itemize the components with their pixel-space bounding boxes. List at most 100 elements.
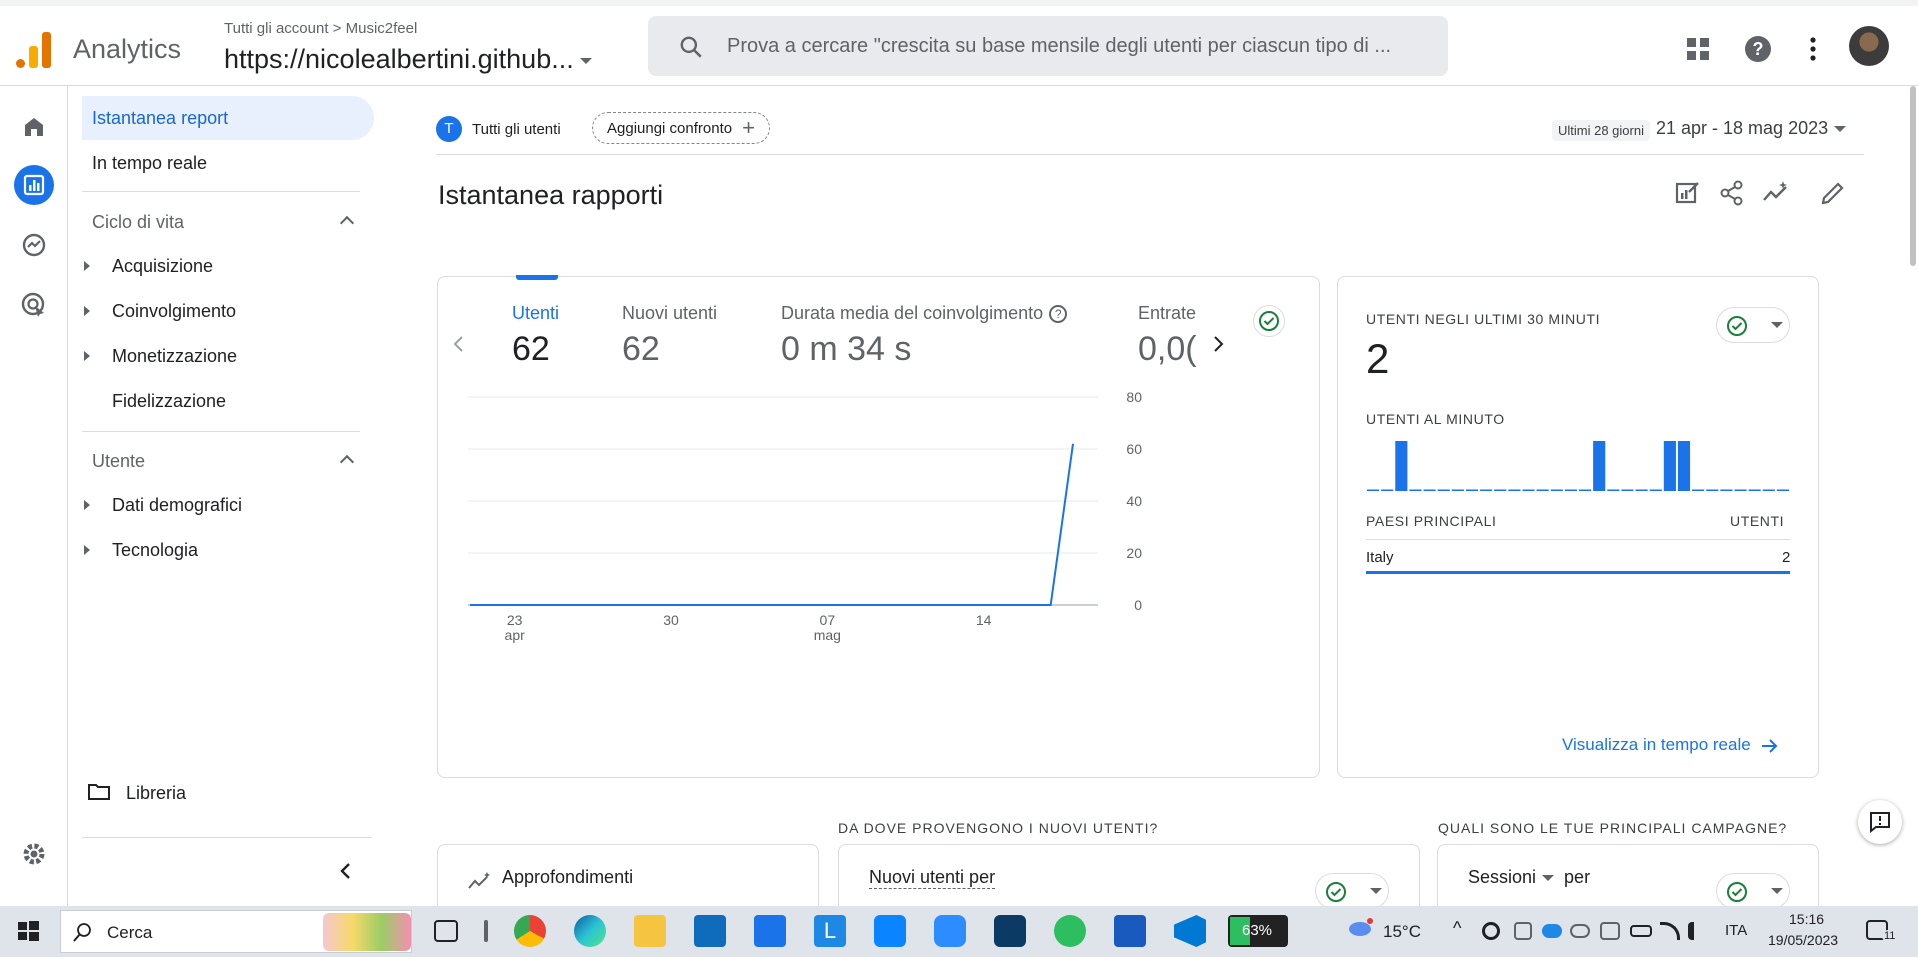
minute-bar[interactable]	[1706, 489, 1719, 492]
card-status-dropdown[interactable]	[1716, 873, 1790, 909]
minute-bar[interactable]	[1762, 489, 1775, 492]
minute-bar[interactable]	[1381, 489, 1394, 492]
chevron-right-icon[interactable]	[1207, 333, 1229, 355]
metric-tab-engagement-time[interactable]: Durata media del coinvolgimento? 0 m 34 …	[781, 303, 1068, 369]
store-icon[interactable]	[694, 915, 726, 947]
file-explorer-icon[interactable]	[634, 915, 666, 947]
chevron-up-icon[interactable]	[339, 215, 355, 231]
cloud-icon[interactable]	[1570, 924, 1590, 938]
minute-bar[interactable]	[1635, 489, 1648, 492]
minute-bar[interactable]	[1607, 489, 1620, 492]
minute-bar[interactable]	[1677, 441, 1691, 491]
advertising-icon[interactable]	[14, 285, 54, 325]
account-avatar[interactable]	[1849, 26, 1889, 66]
insights-icon[interactable]	[1761, 178, 1791, 208]
app-icon[interactable]	[994, 915, 1026, 947]
language-indicator[interactable]: ITA	[1725, 922, 1747, 939]
minute-bar[interactable]	[1451, 489, 1464, 492]
tray-app-icon[interactable]	[1482, 922, 1500, 940]
minute-bar[interactable]	[1508, 489, 1521, 492]
edge-icon[interactable]	[574, 915, 606, 947]
taskbar-search[interactable]: Cerca	[60, 910, 412, 953]
minute-bar[interactable]	[1692, 489, 1705, 492]
task-view-icon[interactable]	[434, 920, 458, 942]
minute-bar[interactable]	[1593, 441, 1606, 491]
minute-bar[interactable]	[1367, 489, 1380, 492]
chevron-up-icon[interactable]	[339, 454, 355, 470]
minute-bar[interactable]	[1720, 489, 1733, 492]
expand-arrow-icon[interactable]	[84, 351, 90, 361]
nav-item-library[interactable]: Libreria	[126, 783, 186, 804]
chevron-up-icon[interactable]: ^	[1453, 918, 1461, 939]
date-range-picker[interactable]: 21 apr - 18 mag 2023	[1656, 118, 1847, 139]
breadcrumb[interactable]: Tutti gli account > Music2feel	[224, 20, 417, 37]
segment-chip[interactable]: T Tutti gli utenti	[436, 114, 561, 144]
minute-bar[interactable]	[1480, 489, 1493, 492]
data-quality-check-icon[interactable]	[1253, 305, 1285, 337]
l-app-icon[interactable]: L	[814, 915, 846, 947]
minute-bar[interactable]	[1663, 441, 1676, 491]
tray-app-icon[interactable]	[1514, 922, 1532, 940]
customize-report-icon[interactable]	[1672, 178, 1702, 208]
expand-arrow-icon[interactable]	[84, 306, 90, 316]
minute-bar[interactable]	[1536, 489, 1549, 492]
property-selector[interactable]: https://nicolealbertini.github...	[224, 44, 592, 75]
apps-grid-icon[interactable]	[1681, 32, 1715, 66]
mail-icon[interactable]	[754, 915, 786, 947]
help-icon[interactable]: ?	[1741, 32, 1775, 66]
page-scrollbar[interactable]	[1910, 86, 1916, 266]
minute-bar[interactable]	[1395, 441, 1408, 491]
help-icon[interactable]: ?	[1049, 305, 1068, 324]
minute-bar[interactable]	[1776, 489, 1789, 492]
nav-item-demographics[interactable]: Dati demografici	[112, 495, 242, 516]
nav-item-acquisition[interactable]: Acquisizione	[112, 256, 213, 277]
battery-icon[interactable]	[1630, 925, 1652, 937]
minute-bar[interactable]	[1734, 489, 1747, 492]
edit-icon[interactable]	[1818, 178, 1848, 208]
weather-temperature[interactable]: 15°C	[1383, 922, 1421, 942]
minute-bar[interactable]	[1649, 489, 1662, 492]
battery-meter-widget[interactable]: 63%	[1228, 915, 1288, 947]
view-realtime-link[interactable]: Visualizza in tempo reale	[1562, 735, 1779, 755]
minute-bar[interactable]	[1522, 489, 1535, 492]
chrome-icon[interactable]	[514, 915, 546, 947]
analytics-logo[interactable]	[16, 30, 52, 68]
expand-arrow-icon[interactable]	[84, 500, 90, 510]
minute-bar[interactable]	[1465, 489, 1479, 492]
metric-tab-revenue[interactable]: Entrate 0,0(	[1138, 303, 1198, 369]
nav-item-retention[interactable]: Fidelizzazione	[112, 391, 226, 412]
minute-bar[interactable]	[1748, 489, 1761, 492]
breadcrumb-account[interactable]: Tutti gli account	[224, 20, 329, 37]
minute-bar[interactable]	[1550, 489, 1563, 492]
zoom-icon[interactable]	[934, 915, 966, 947]
chevron-left-icon[interactable]	[448, 333, 470, 355]
minute-bar[interactable]	[1437, 489, 1450, 492]
section-lifecycle[interactable]: Ciclo di vita	[92, 212, 184, 233]
onedrive-icon[interactable]	[1542, 924, 1562, 938]
minute-bar[interactable]	[1409, 489, 1422, 492]
share-icon[interactable]	[1717, 178, 1747, 208]
sessions-selector[interactable]: Sessioni per	[1468, 867, 1590, 888]
nav-item-technology[interactable]: Tecnologia	[112, 540, 198, 561]
minute-bar[interactable]	[1494, 489, 1507, 492]
nav-item-snapshot[interactable]: Istantanea report	[82, 96, 374, 140]
nav-item-realtime[interactable]: In tempo reale	[82, 141, 207, 185]
weather-icon[interactable]	[1344, 915, 1376, 947]
realtime-status-dropdown[interactable]	[1716, 307, 1790, 343]
metric-tab-users[interactable]: Utenti 62	[512, 303, 559, 369]
collapse-nav-icon[interactable]	[336, 861, 356, 881]
evernote-icon[interactable]	[1054, 915, 1086, 947]
more-vert-icon[interactable]	[1796, 32, 1830, 66]
minute-bar[interactable]	[1423, 489, 1436, 492]
home-icon[interactable]	[14, 106, 54, 146]
settings-icon[interactable]	[14, 834, 54, 874]
explore-icon[interactable]	[14, 225, 54, 265]
vscode-icon[interactable]	[1174, 915, 1206, 947]
nav-item-monetization[interactable]: Monetizzazione	[112, 346, 237, 367]
breadcrumb-property[interactable]: Music2feel	[346, 20, 418, 37]
wifi-icon[interactable]	[1660, 922, 1680, 940]
feedback-button[interactable]	[1858, 800, 1902, 844]
minute-bar[interactable]	[1564, 489, 1577, 492]
section-user[interactable]: Utente	[92, 451, 145, 472]
minute-bar[interactable]	[1621, 489, 1634, 492]
